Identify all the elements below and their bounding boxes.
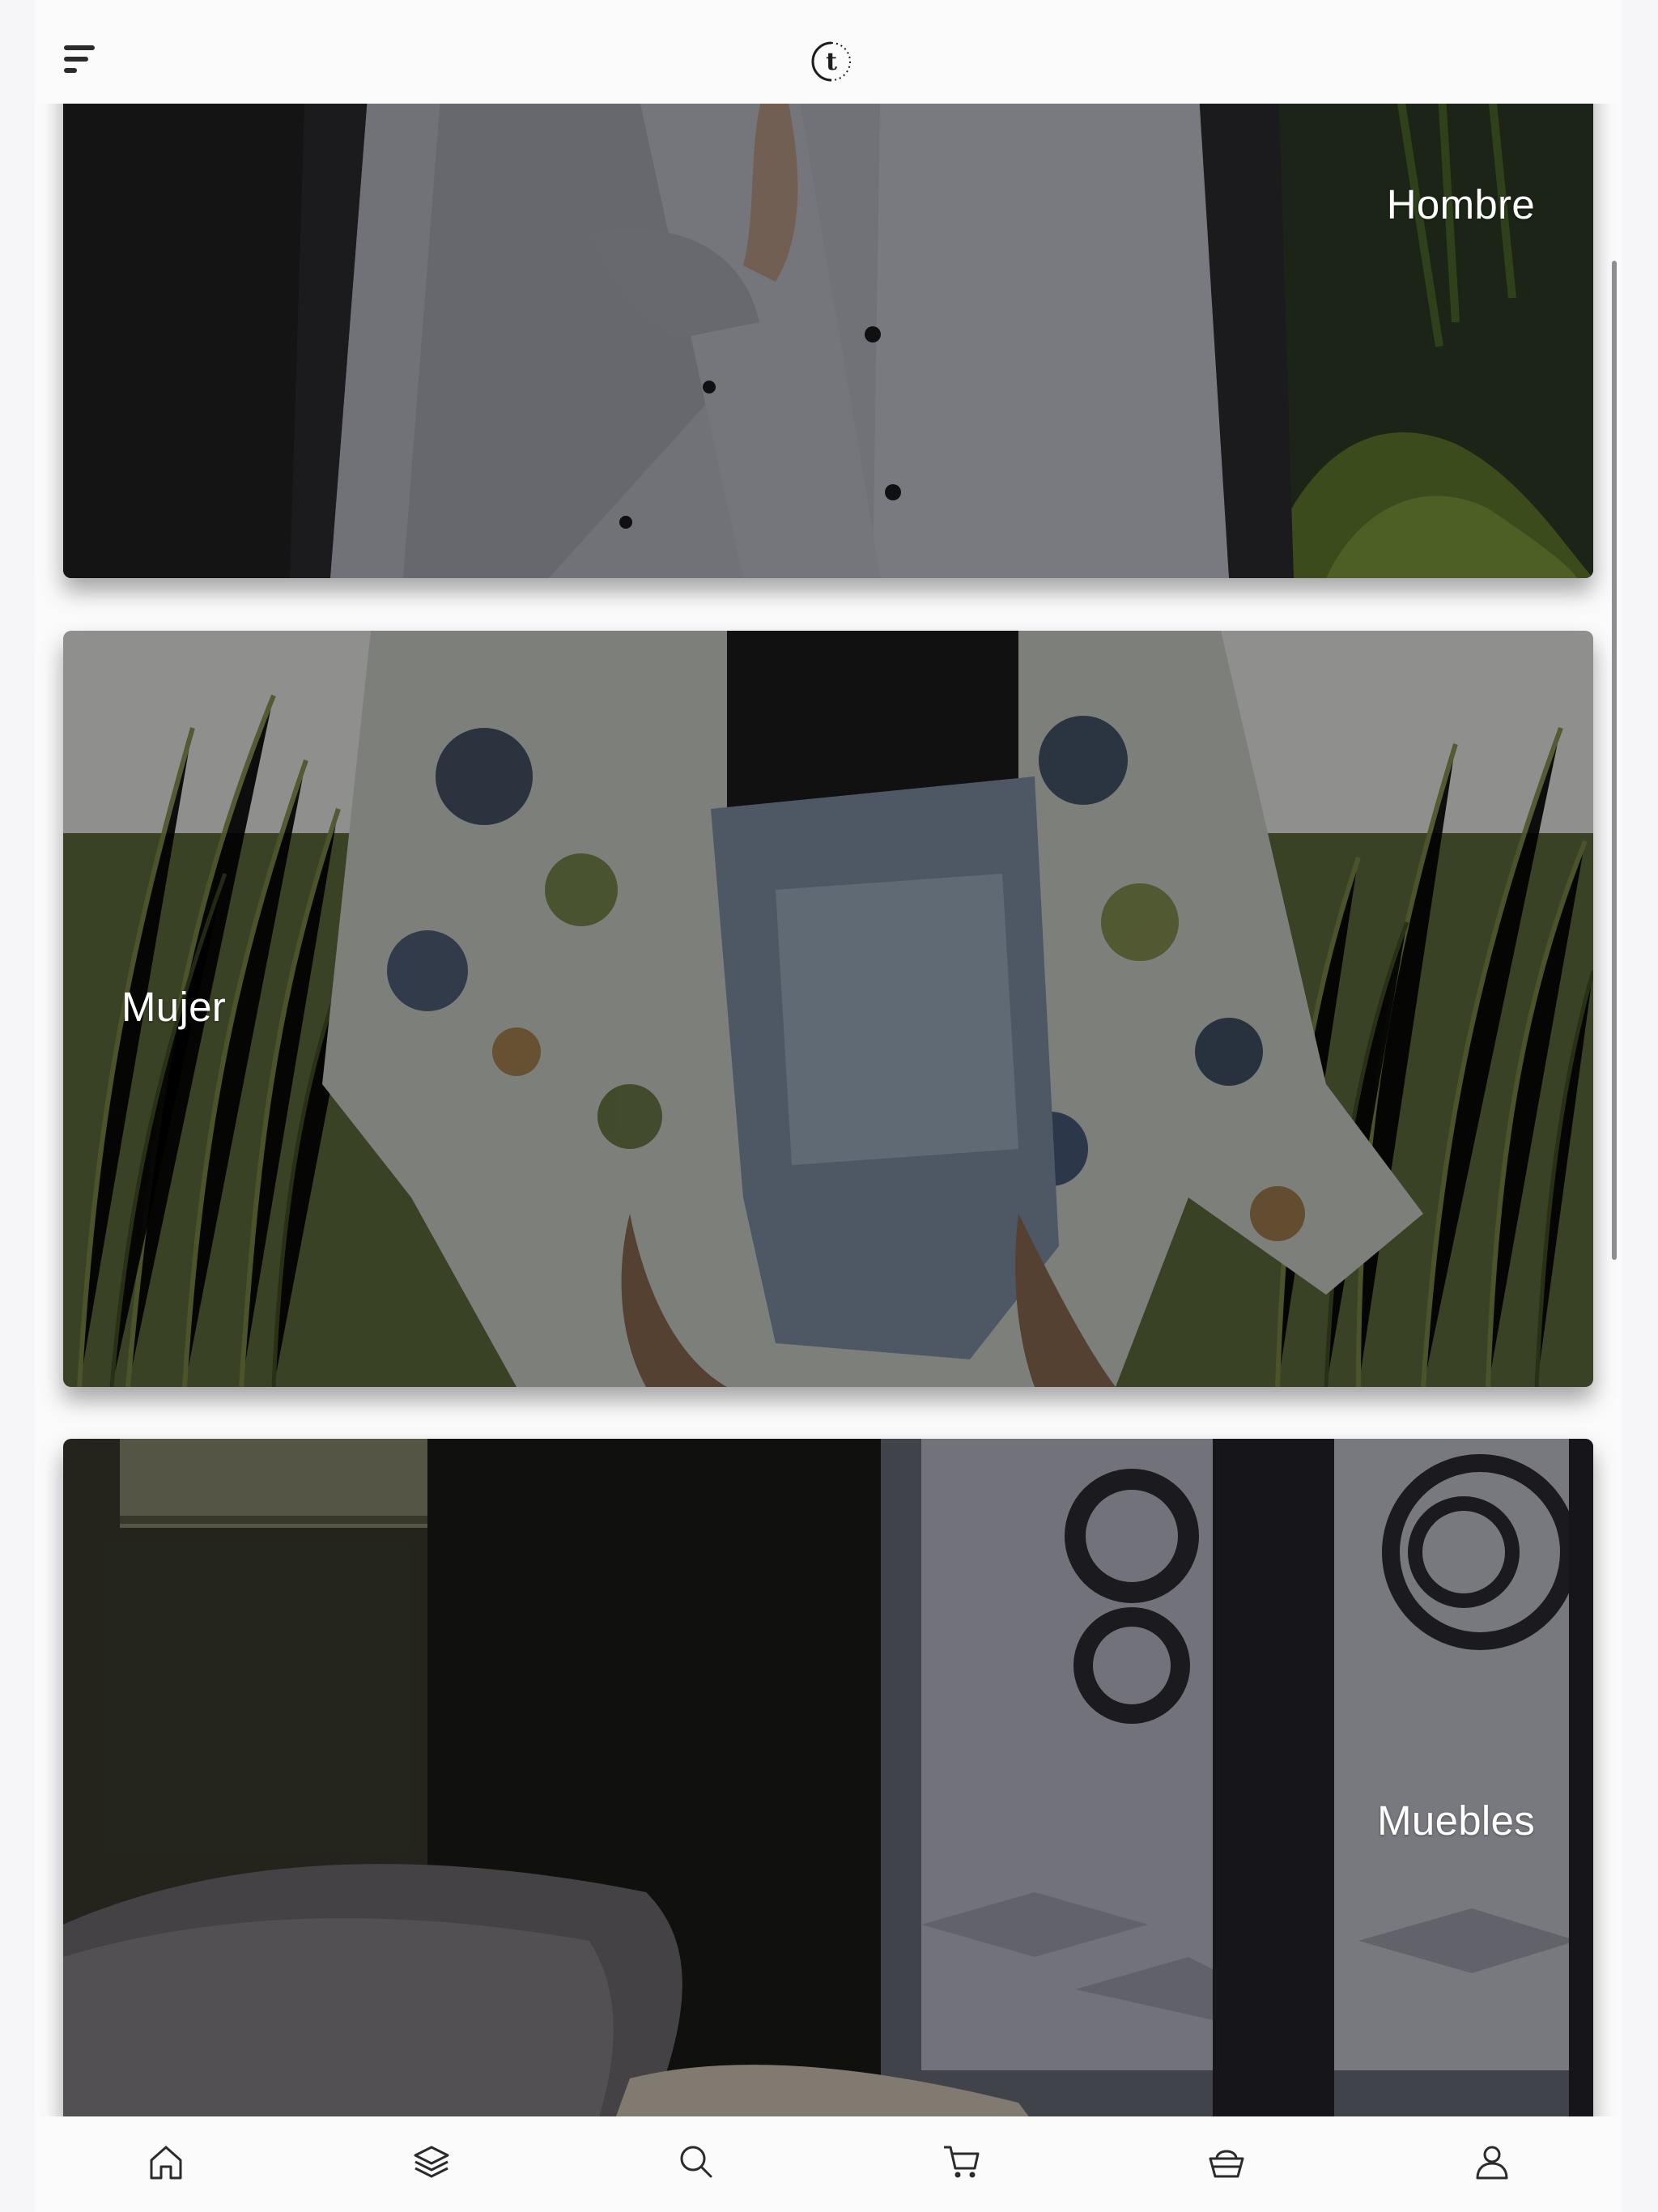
home-icon[interactable]: [142, 2138, 190, 2186]
layers-icon[interactable]: [407, 2138, 456, 2186]
brand-logo-icon[interactable]: t: [810, 40, 852, 83]
category-list[interactable]: Hombre Mujer Muebles: [35, 104, 1622, 2116]
category-image-muebles: [63, 1439, 1593, 2116]
svg-text:t: t: [826, 48, 837, 76]
category-label-hombre: Hombre: [1386, 181, 1535, 228]
scrollbar[interactable]: [1612, 261, 1617, 1260]
category-label-muebles: Muebles: [1377, 1797, 1535, 1844]
category-card-hombre[interactable]: Hombre: [63, 104, 1593, 578]
category-card-muebles[interactable]: Muebles: [63, 1439, 1593, 2116]
cart-icon[interactable]: [937, 2138, 986, 2186]
user-icon[interactable]: [1468, 2138, 1516, 2186]
category-image-mujer: [63, 631, 1593, 1387]
app-frame: t Hombre Mujer Muebles: [35, 0, 1622, 2212]
category-image-hombre: [63, 104, 1593, 578]
category-card-mujer[interactable]: Mujer: [63, 631, 1593, 1387]
menu-icon[interactable]: [61, 40, 100, 79]
top-bar: t: [35, 0, 1622, 104]
category-label-mujer: Mujer: [121, 984, 227, 1030]
search-icon[interactable]: [672, 2138, 721, 2186]
bottom-nav: [35, 2116, 1622, 2212]
basket-icon[interactable]: [1202, 2138, 1251, 2186]
